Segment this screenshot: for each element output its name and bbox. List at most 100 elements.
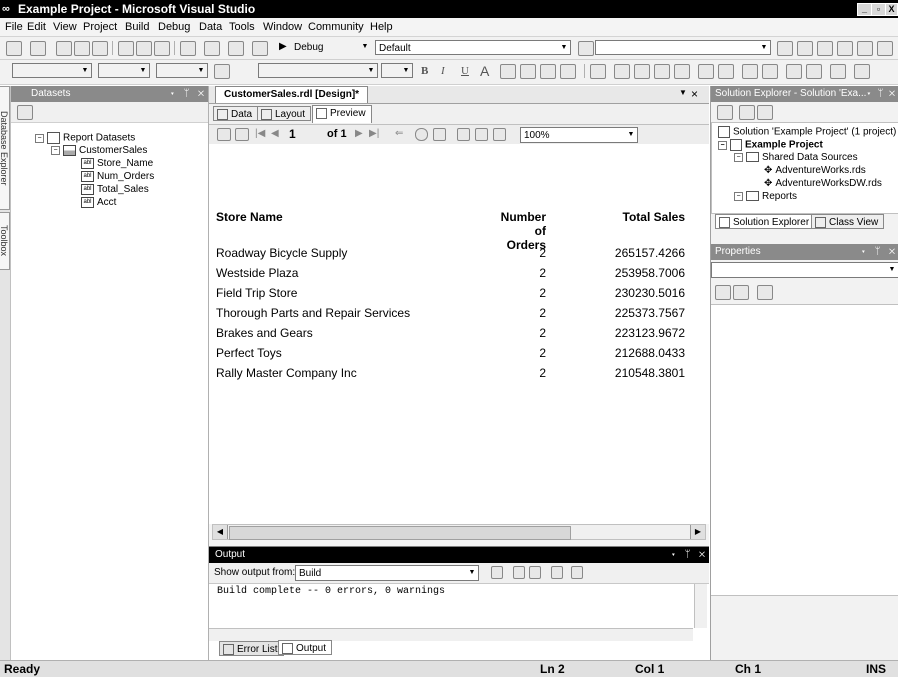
menu-project[interactable]: Project xyxy=(83,21,117,33)
tree-field[interactable]: abl Total_Sales xyxy=(81,184,149,195)
window-position-icon[interactable]: ▾ xyxy=(670,549,676,560)
first-page-icon[interactable]: |◀ xyxy=(255,128,265,139)
print-layout-icon[interactable] xyxy=(475,128,488,141)
close-icon[interactable]: ✕ xyxy=(699,549,705,560)
tree-customersales[interactable]: − CustomerSales xyxy=(51,145,147,156)
align-centers-icon[interactable] xyxy=(634,64,650,79)
font-combo[interactable]: ▼ xyxy=(98,63,150,78)
navigate-forward-icon[interactable] xyxy=(252,41,268,56)
previous-page-icon[interactable]: ◀ xyxy=(271,128,279,139)
clear-all-icon[interactable] xyxy=(551,566,563,579)
scroll-right-icon[interactable]: ▶ xyxy=(690,525,705,539)
make-same-height-icon[interactable] xyxy=(762,64,778,79)
output-vertical-scrollbar[interactable] xyxy=(694,584,707,628)
menu-data[interactable]: Data xyxy=(199,21,222,33)
tree-project[interactable]: − Example Project xyxy=(718,139,823,151)
auto-hide-pin-icon[interactable]: ᛘ xyxy=(685,549,691,560)
word-wrap-icon[interactable] xyxy=(571,566,583,579)
border-icon[interactable] xyxy=(214,64,230,79)
tab-error-list[interactable]: Error List xyxy=(219,641,284,656)
properties-icon[interactable] xyxy=(717,105,733,120)
close-button[interactable]: X xyxy=(885,3,898,16)
copy-icon[interactable] xyxy=(136,41,152,56)
tab-preview[interactable]: Preview xyxy=(312,105,372,123)
refresh-icon[interactable] xyxy=(433,128,446,141)
font-size-combo[interactable]: ▼ xyxy=(156,63,208,78)
maximize-button[interactable]: ▫ xyxy=(871,3,886,16)
export-icon[interactable] xyxy=(493,128,506,141)
align-rights-icon[interactable] xyxy=(654,64,670,79)
align-bottoms-icon[interactable] xyxy=(718,64,734,79)
close-icon[interactable]: ✕ xyxy=(198,88,204,99)
window-position-icon[interactable]: ▾ xyxy=(860,246,866,257)
show-all-files-icon[interactable] xyxy=(739,105,755,120)
new-project-icon[interactable] xyxy=(6,41,22,56)
start-page-icon[interactable] xyxy=(857,41,873,56)
document-map-icon[interactable] xyxy=(217,128,231,141)
back-icon[interactable]: ⇐ xyxy=(395,128,403,139)
window-position-icon[interactable]: ▾ xyxy=(866,88,872,99)
tab-output[interactable]: Output xyxy=(278,640,333,655)
tree-data-source[interactable]: ✥ AdventureWorks.rds xyxy=(764,165,866,176)
close-document-icon[interactable]: × xyxy=(691,87,698,101)
horizontal-scrollbar[interactable]: ◀ ▶ xyxy=(212,524,706,540)
font-point-combo[interactable]: ▼ xyxy=(381,63,413,78)
font-color-icon[interactable]: A xyxy=(480,63,489,79)
style-combo[interactable]: ▼ xyxy=(12,63,92,78)
collapse-icon[interactable]: − xyxy=(35,133,44,143)
vertical-spacing-icon[interactable] xyxy=(854,64,870,79)
align-center-icon[interactable] xyxy=(540,64,556,79)
collapse-icon[interactable]: − xyxy=(718,140,727,150)
stop-icon[interactable] xyxy=(415,128,428,141)
save-all-icon[interactable] xyxy=(92,41,108,56)
make-same-size-icon[interactable] xyxy=(786,64,802,79)
horizontal-spacing-icon[interactable] xyxy=(830,64,846,79)
tree-solution[interactable]: Solution 'Example Project' (1 project) xyxy=(718,126,896,138)
scroll-left-icon[interactable]: ◀ xyxy=(213,525,228,539)
tree-report-datasets[interactable]: − Report Datasets xyxy=(35,132,135,144)
document-tab[interactable]: CustomerSales.rdl [Design]* xyxy=(215,86,369,103)
find-in-files-icon[interactable] xyxy=(578,41,594,56)
redo-icon[interactable] xyxy=(204,41,220,56)
menu-file[interactable]: File xyxy=(5,21,23,33)
last-page-icon[interactable]: ▶| xyxy=(369,128,379,139)
solution-platform-combo[interactable]: Default ▼ xyxy=(375,40,571,55)
previous-message-icon[interactable] xyxy=(513,566,525,579)
close-icon[interactable]: ✕ xyxy=(889,88,895,99)
cut-icon[interactable] xyxy=(118,41,134,56)
print-icon[interactable] xyxy=(457,128,470,141)
undo-icon[interactable] xyxy=(180,41,196,56)
auto-hide-pin-icon[interactable]: ᛘ xyxy=(184,88,190,99)
menu-window[interactable]: Window xyxy=(263,21,302,33)
object-browser-icon[interactable] xyxy=(817,41,833,56)
start-debugging-icon[interactable]: ▶ xyxy=(279,41,287,52)
menu-build[interactable]: Build xyxy=(125,21,149,33)
tree-field[interactable]: abl Acct xyxy=(81,197,116,208)
add-dataset-icon[interactable] xyxy=(17,105,33,120)
font-name-combo[interactable]: ▼ xyxy=(258,63,378,78)
find-combo[interactable]: ▼ xyxy=(595,40,771,55)
align-grid-icon[interactable] xyxy=(590,64,606,79)
refresh-icon[interactable] xyxy=(757,105,773,120)
collapse-icon[interactable]: − xyxy=(51,146,60,155)
make-same-width-icon[interactable] xyxy=(742,64,758,79)
tree-reports[interactable]: − Reports xyxy=(734,191,797,202)
tab-class-view[interactable]: Class View xyxy=(811,214,885,229)
current-page-input[interactable]: 1 xyxy=(289,127,296,141)
collapse-icon[interactable]: − xyxy=(734,152,743,162)
toolbox-icon[interactable] xyxy=(837,41,853,56)
parent-report-icon[interactable] xyxy=(235,128,249,141)
align-left-icon[interactable] xyxy=(520,64,536,79)
close-icon[interactable]: ✕ xyxy=(889,246,895,257)
italic-icon[interactable]: I xyxy=(441,65,445,77)
menu-view[interactable]: View xyxy=(53,21,77,33)
size-to-grid-icon[interactable] xyxy=(806,64,822,79)
menu-tools[interactable]: Tools xyxy=(229,21,255,33)
auto-hide-pin-icon[interactable]: ᛘ xyxy=(875,246,881,257)
tree-shared-data-sources[interactable]: − Shared Data Sources xyxy=(734,152,858,163)
minimize-button[interactable]: _ xyxy=(857,3,872,16)
menu-help[interactable]: Help xyxy=(370,21,393,33)
align-right-icon[interactable] xyxy=(560,64,576,79)
solution-explorer-icon[interactable] xyxy=(777,41,793,56)
menu-community[interactable]: Community xyxy=(308,21,364,33)
